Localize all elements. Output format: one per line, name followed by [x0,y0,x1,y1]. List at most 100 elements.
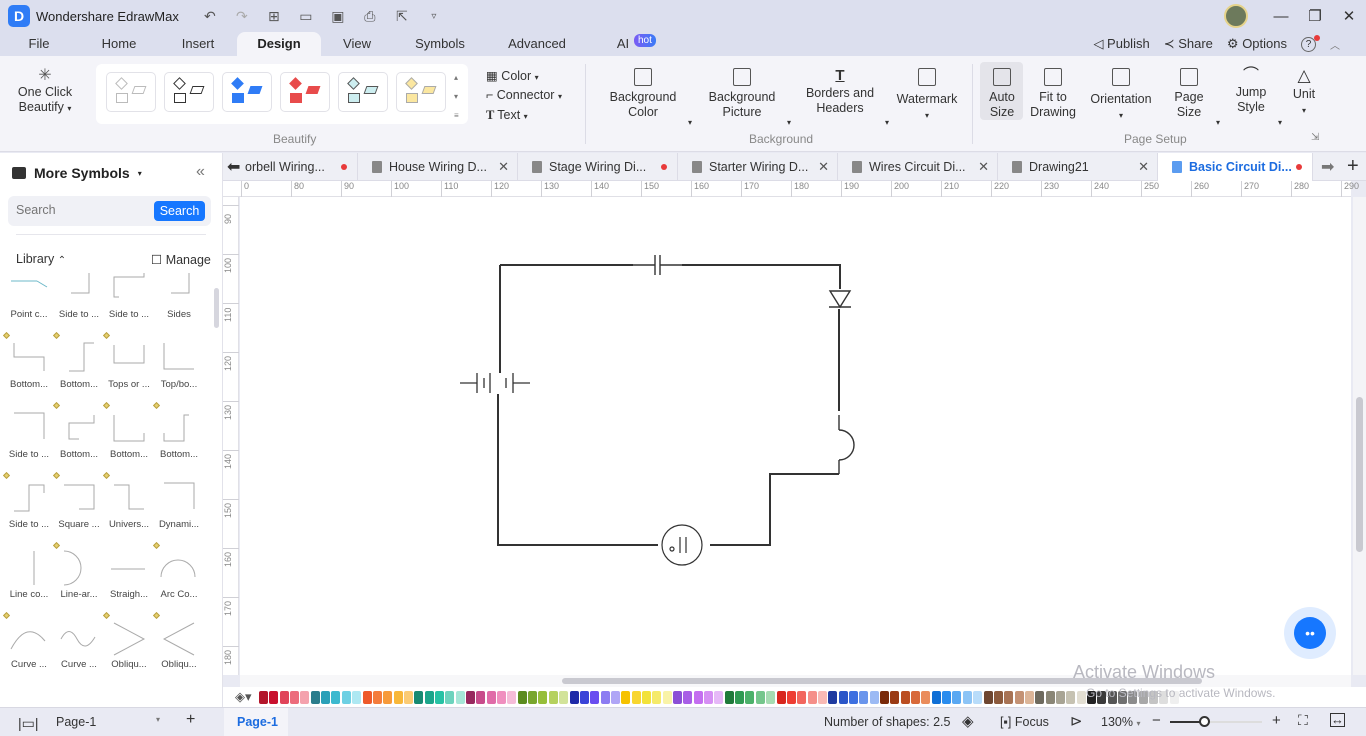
symbol-item[interactable]: Bottom... [152,401,204,483]
color-swatch[interactable] [776,691,786,704]
background-color-button[interactable]: Background Color ▾ [606,68,692,127]
color-swatch[interactable] [973,691,983,704]
color-swatch[interactable] [1035,691,1045,704]
symbol-item[interactable]: Straigh... [104,553,154,623]
fit-width-icon[interactable]: ↔ [1330,713,1345,727]
color-swatch[interactable] [766,691,776,704]
symbol-item[interactable]: Square ... [52,471,104,553]
print-icon[interactable]: ⎙ [361,8,379,25]
color-swatch[interactable] [962,691,972,704]
color-swatch[interactable] [693,691,703,704]
more-symbols-header[interactable]: More Symbols ▾ [12,165,142,181]
close-tab-icon[interactable]: ✕ [978,153,989,181]
vertical-scrollbar[interactable] [1353,197,1366,675]
color-swatch[interactable] [486,691,496,704]
symbol-item[interactable]: Curve ... [2,611,54,693]
color-swatch[interactable] [755,691,765,704]
page-size-button[interactable]: Page Size ▾ [1168,68,1220,127]
fullscreen-icon[interactable]: ⛶ [1298,712,1308,729]
theme-option-3[interactable] [222,72,272,112]
undo-icon[interactable]: ↶ [201,8,219,25]
fill-bucket-icon[interactable]: ◈▾ [235,689,252,705]
color-swatch[interactable] [735,691,745,704]
symbol-item[interactable]: Side to ... [4,412,54,483]
symbol-item[interactable]: Line-ar... [52,541,104,623]
play-icon[interactable]: ⊳ [1070,712,1083,730]
close-tab-icon[interactable]: ✕ [818,153,829,181]
color-swatch[interactable] [993,691,1003,704]
symbol-item[interactable]: Dynami... [154,482,204,553]
doc-tab[interactable]: Stage Wiring Di... [518,153,678,181]
library-toggle[interactable]: Library ⌃ [16,252,66,266]
theme-option-2[interactable] [164,72,214,112]
tab-home[interactable]: Home [92,32,146,56]
close-window-button[interactable]: ✕ [1332,7,1366,25]
new-tab-button[interactable]: + [1347,155,1359,178]
color-swatch[interactable] [341,691,351,704]
symbol-item[interactable]: Obliqu... [152,611,204,693]
manage-button[interactable]: ☐ Manage [151,252,211,267]
color-swatch[interactable] [621,691,631,704]
symbol-item[interactable]: Side to ... [104,273,154,343]
background-picture-button[interactable]: Background Picture ▾ [705,68,791,127]
symbol-item[interactable]: Curve ... [54,623,104,693]
color-swatch[interactable] [290,691,300,704]
symbol-item[interactable]: Bottom... [2,331,54,413]
panel-scrollbar[interactable] [214,288,219,328]
color-swatch[interactable] [434,691,444,704]
zoom-in-button[interactable]: + [1272,712,1281,729]
color-swatch[interactable] [828,691,838,704]
page-tab-active[interactable]: Page-1 [237,715,278,729]
share-button[interactable]: ≺ Share [1164,36,1213,52]
zoom-slider[interactable] [1170,716,1262,727]
color-swatch[interactable] [279,691,289,704]
color-swatch[interactable] [745,691,755,704]
page-thumbnails-icon[interactable]: |▭| [18,715,39,732]
symbol-item[interactable]: Top/bo... [154,343,204,413]
color-swatch[interactable] [455,691,465,704]
color-menu[interactable]: ▦ Color ▾ [486,68,539,83]
color-swatch[interactable] [921,691,931,704]
connector-menu[interactable]: ⌐ Connector ▾ [486,88,562,102]
color-swatch[interactable] [942,691,952,704]
ai-assistant-button[interactable]: •• [1284,607,1336,659]
color-swatch[interactable] [259,691,268,704]
color-swatch[interactable] [528,691,538,704]
symbol-item[interactable]: Side to ... [54,273,104,343]
doc-tab-active[interactable]: Basic Circuit Di... [1158,153,1313,181]
symbol-item[interactable]: Bottom... [52,331,104,413]
color-swatch[interactable] [569,691,579,704]
color-swatch[interactable] [641,691,651,704]
orientation-button[interactable]: Orientation ▾ [1088,68,1154,123]
color-swatch[interactable] [579,691,589,704]
add-page-button[interactable]: + [186,711,195,729]
zoom-out-button[interactable]: − [1152,712,1161,729]
symbol-search-input[interactable] [16,203,146,217]
tab-view[interactable]: View [335,32,379,56]
color-swatch[interactable] [1045,691,1055,704]
scroll-thumb[interactable] [1356,397,1363,552]
color-swatch[interactable] [1066,691,1076,704]
color-swatch[interactable] [610,691,620,704]
color-swatch[interactable] [476,691,486,704]
color-swatch[interactable] [652,691,662,704]
color-swatch[interactable] [683,691,693,704]
options-button[interactable]: ⚙ Options [1227,36,1287,52]
color-swatch[interactable] [331,691,341,704]
tab-advanced[interactable]: Advanced [505,32,569,56]
zoom-slider-handle[interactable] [1198,716,1210,727]
color-swatch[interactable] [900,691,910,704]
user-avatar[interactable] [1224,4,1248,28]
open-icon[interactable]: ▭ [297,8,315,25]
doc-tab[interactable]: House Wiring D... ✕ [358,153,518,181]
color-swatch[interactable] [631,691,641,704]
save-icon[interactable]: ▣ [329,8,347,25]
symbol-item[interactable]: Bottom... [52,401,104,483]
symbol-item[interactable]: Tops or ... [102,331,154,413]
color-swatch[interactable] [848,691,858,704]
color-swatch[interactable] [310,691,320,704]
color-swatch[interactable] [911,691,921,704]
color-swatch[interactable] [890,691,900,704]
color-swatch[interactable] [704,691,714,704]
color-swatch[interactable] [1004,691,1014,704]
